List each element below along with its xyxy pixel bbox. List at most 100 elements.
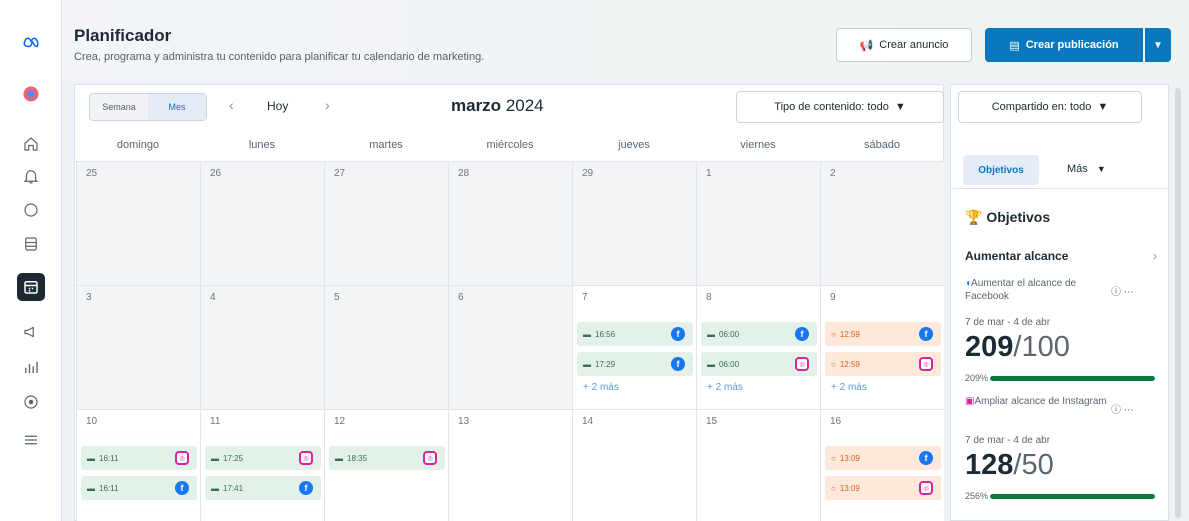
target-icon[interactable] [19,390,43,414]
create-ad-button[interactable]: 📢 Crear anuncio [836,28,972,62]
scheduled-post[interactable]: ▬ 16:11 f [81,476,197,500]
panel-scrollbar[interactable] [1174,84,1182,521]
scheduled-post[interactable]: ▬ 06:00 f [701,322,817,346]
goal-info-menu-icon[interactable]: ⓘ ⋯ [1111,283,1134,298]
post-status-icon: ▬ [211,453,219,463]
day-number: 5 [334,292,340,303]
shared-on-filter-label: Compartido en: todo [991,101,1092,113]
goal-info-menu-icon[interactable]: ⓘ ⋯ [1111,401,1134,416]
post-time: 18:35 [347,453,368,463]
day-number: 9 [830,292,836,303]
content-type-filter-label: Tipo de contenido: todo [774,101,889,113]
more-posts-link[interactable]: + 2 más [707,382,743,393]
goal-current: 209 [965,331,1014,363]
inbox-chat-icon[interactable] [19,198,43,222]
post-time: 06:00 [719,329,740,339]
post-status-icon: ▬ [707,329,715,339]
scheduled-post[interactable]: ▬ 16:56 f [577,322,693,346]
scheduled-post[interactable]: ○ 12:59 f [825,322,941,346]
facebook-icon: f [175,481,189,495]
calendar-day-cell[interactable]: 1 [696,161,820,285]
planner-calendar-icon[interactable] [17,273,45,301]
insights-chart-icon[interactable] [19,355,43,379]
trophy-icon: 🏆 [965,209,983,225]
progress-track [990,493,1155,499]
calendar-day-cell[interactable]: 7 ▬ 16:56 f ▬ 17:29 f + 2 más [572,285,696,409]
chevron-left-icon[interactable]: ‹ [229,97,234,113]
calendar-day-cell[interactable]: 6 [448,285,572,409]
goal-current: 128 [965,449,1014,481]
day-number: 6 [458,292,464,303]
calendar-day-cell[interactable]: 25 [76,161,200,285]
calendar-day-cell[interactable]: 27 [324,161,448,285]
content-library-icon[interactable] [19,232,43,256]
year: 2024 [505,96,544,115]
post-status-icon: ▬ [87,483,95,493]
scheduled-post[interactable]: ▬ 17:29 f [577,352,693,376]
post-time: 12:59 [839,329,860,339]
scheduled-post[interactable]: ▬ 06:00 ◎ [701,352,817,376]
calendar-day-cell[interactable]: 2 [820,161,944,285]
view-toggle: Semana Mes [89,93,207,121]
calendar-day-cell[interactable]: 5 [324,285,448,409]
day-number: 3 [86,292,92,303]
post-status-icon: ▬ [335,453,343,463]
day-number: 2 [830,168,836,179]
goal-name-text: Aumentar el alcance de Facebook [965,278,1077,302]
scheduled-post[interactable]: ▬ 17:25 ◎ [205,446,321,470]
post-time: 16:56 [595,329,616,339]
tab-more[interactable]: Más ▼ [1067,163,1106,175]
more-posts-link[interactable]: + 2 más [583,382,619,393]
goal-percent: 209% [965,373,989,383]
home-icon[interactable] [19,132,43,156]
menu-hamburger-icon[interactable] [19,428,43,452]
create-post-button[interactable]: ▤ Crear publicación [985,28,1143,62]
ads-megaphone-icon[interactable] [19,320,43,344]
goal-target: /100 [1013,331,1070,363]
content-type-filter[interactable]: Tipo de contenido: todo ▼ [736,91,944,123]
calendar-day-cell[interactable]: 28 [448,161,572,285]
goal-group-row[interactable]: Aumentar alcance › [965,249,1161,263]
shared-on-filter[interactable]: Compartido en: todo ▼ [958,91,1142,123]
scheduled-post[interactable]: ○ 13:09 ◎ [825,476,941,500]
scheduled-post[interactable]: ▬ 16:11 ◎ [81,446,197,470]
today-button[interactable]: Hoy [267,99,288,113]
calendar-day-cell[interactable]: 14 [572,409,696,521]
create-post-dropdown-button[interactable]: ▼ [1145,28,1171,62]
calendar-day-cell[interactable]: 4 [200,285,324,409]
calendar-day-cell[interactable]: 16 ○ 13:09 f ○ 13:09 ◎ [820,409,944,521]
post-status-icon: ▬ [211,483,219,493]
account-avatar-icon[interactable] [19,82,43,106]
calendar-day-cell[interactable]: 12 ▬ 18:35 ◎ [324,409,448,521]
calendar-day-cell[interactable]: 8 ▬ 06:00 f ▬ 06:00 ◎ + 2 más [696,285,820,409]
scheduled-post[interactable]: ▬ 18:35 ◎ [329,446,445,470]
chevron-down-icon: ▼ [1097,101,1109,113]
tab-objectives[interactable]: Objetivos [963,155,1039,185]
facebook-icon: f [299,481,313,495]
calendar-day-cell[interactable]: 13 [448,409,572,521]
calendar-day-cell[interactable]: 9 ○ 12:59 f ○ 12:59 ◎ + 2 más [820,285,944,409]
day-number: 26 [210,168,222,179]
calendar-day-cell[interactable]: 15 [696,409,820,521]
calendar-day-cell[interactable]: 3 [76,285,200,409]
calendar-day-cell[interactable]: 26 [200,161,324,285]
view-week-button[interactable]: Semana [90,94,148,120]
scheduled-post[interactable]: ○ 12:59 ◎ [825,352,941,376]
more-posts-link[interactable]: + 2 más [831,382,867,393]
create-post-label: Crear publicación [1025,39,1119,51]
progress-track [990,375,1155,381]
post-icon: ▤ [1009,39,1020,52]
meta-logo-icon[interactable] [19,30,43,54]
view-month-button[interactable]: Mes [148,94,206,120]
calendar-day-cell[interactable]: 29 [572,161,696,285]
calendar-day-cell[interactable]: 11 ▬ 17:25 ◎ ▬ 17:41 f [200,409,324,521]
scheduled-post[interactable]: ○ 13:09 f [825,446,941,470]
notifications-bell-icon[interactable] [19,164,43,188]
calendar-day-cell[interactable]: 10 ▬ 16:11 ◎ ▬ 16:11 f [76,409,200,521]
scrollbar-thumb[interactable] [1175,88,1181,518]
chevron-right-icon[interactable]: › [325,97,330,113]
post-time: 17:25 [223,453,244,463]
weekday-1: lunes [248,139,276,151]
chevron-down-icon: ▼ [894,101,906,113]
scheduled-post[interactable]: ▬ 17:41 f [205,476,321,500]
